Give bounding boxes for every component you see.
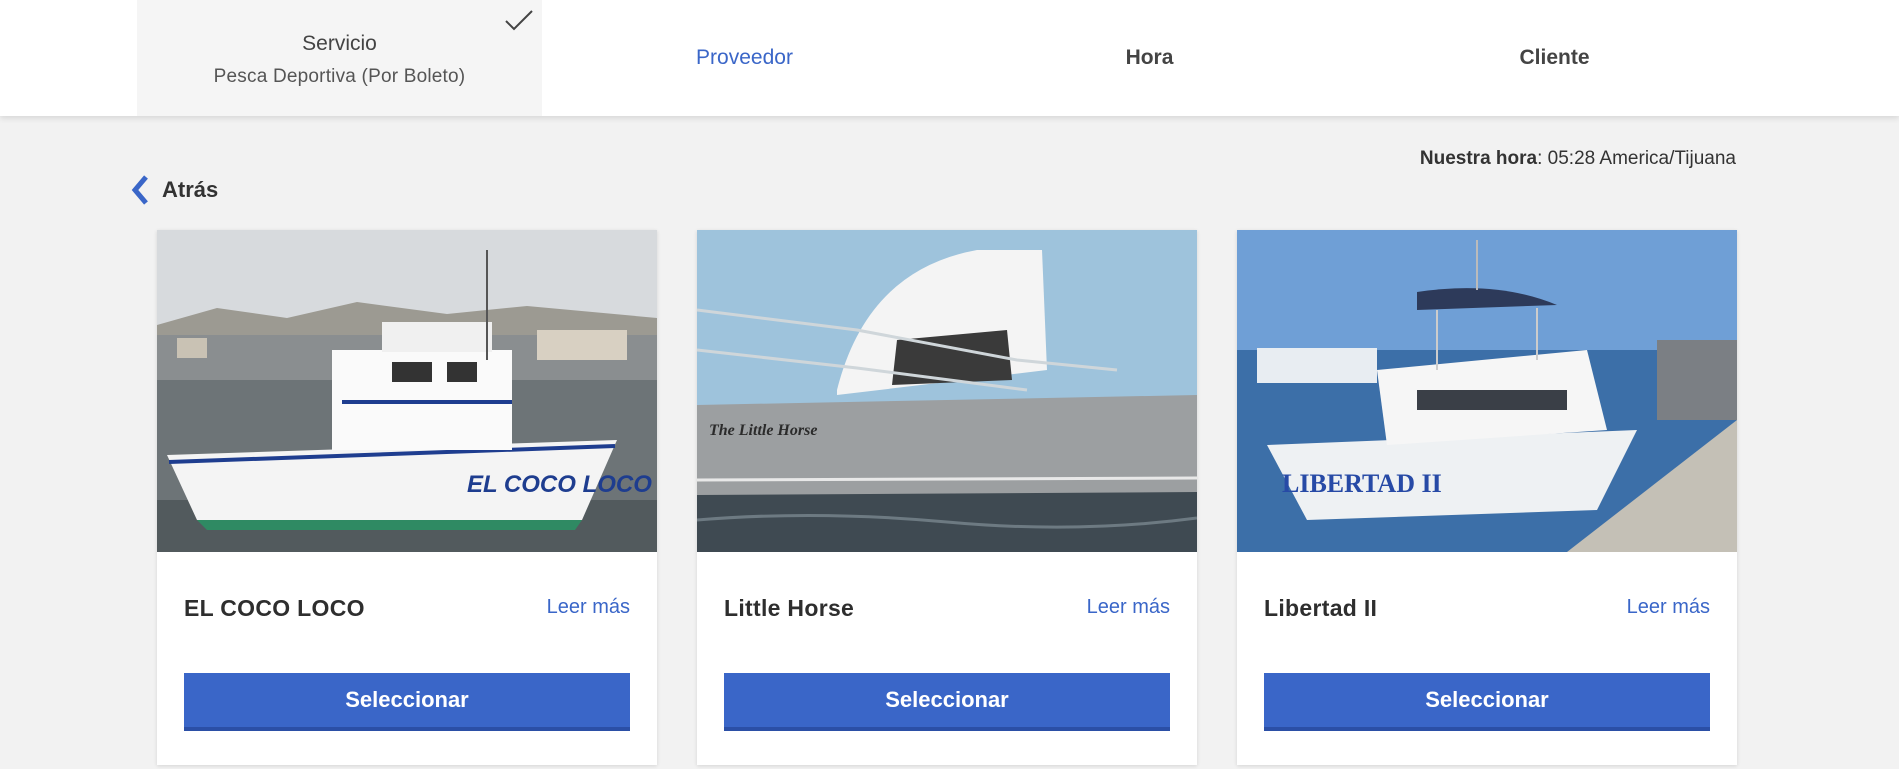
- local-time-value: : 05:28 America/Tijuana: [1537, 148, 1736, 169]
- step-service-value: Pesca Deportiva (Por Boleto): [213, 66, 466, 87]
- read-more-link[interactable]: Leer más: [1627, 596, 1710, 619]
- provider-name: Libertad II: [1264, 595, 1378, 621]
- check-icon: [505, 10, 533, 31]
- back-label: Atrás: [162, 177, 219, 202]
- provider-card: LIBERTAD II Libertad II Leer más Selecci…: [1237, 230, 1737, 765]
- step-client-label: Cliente: [1519, 46, 1590, 69]
- step-time[interactable]: Hora: [947, 0, 1352, 116]
- hull-lettering: EL COCO LOCO: [467, 471, 652, 498]
- step-provider-label: Proveedor: [696, 46, 793, 69]
- hull-lettering: LIBERTAD II: [1282, 469, 1442, 498]
- select-button[interactable]: Seleccionar: [1264, 673, 1710, 731]
- step-service[interactable]: Servicio Pesca Deportiva (Por Boleto): [137, 0, 542, 116]
- read-more-link[interactable]: Leer más: [547, 596, 630, 619]
- select-button[interactable]: Seleccionar: [724, 673, 1170, 731]
- chevron-left-icon: [131, 175, 148, 205]
- select-button[interactable]: Seleccionar: [184, 673, 630, 731]
- read-more-link[interactable]: Leer más: [1087, 596, 1170, 619]
- provider-card: The Little Horse Little Horse Leer más S…: [697, 230, 1197, 765]
- provider-name: Little Horse: [724, 595, 855, 621]
- boat-photo: The Little Horse: [697, 230, 1197, 552]
- step-provider[interactable]: Proveedor: [542, 0, 947, 116]
- boat-photo: LIBERTAD II: [1237, 230, 1737, 552]
- hull-lettering: The Little Horse: [709, 422, 817, 439]
- back-button[interactable]: Atrás: [130, 172, 218, 208]
- provider-card: EL COCO LOCO EL COCO LOCO Leer más Selec…: [157, 230, 657, 765]
- local-time-label: Nuestra hora: [1419, 148, 1538, 169]
- boat-photo: EL COCO LOCO: [157, 230, 657, 552]
- step-client[interactable]: Cliente: [1352, 0, 1757, 116]
- step-time-label: Hora: [1125, 46, 1174, 69]
- provider-name: EL COCO LOCO: [184, 595, 365, 621]
- booking-stepper: Servicio Pesca Deportiva (Por Boleto) Pr…: [0, 0, 1899, 116]
- step-service-label: Servicio: [302, 32, 377, 55]
- local-time: Nuestra hora: 05:28 America/Tijuana: [1420, 148, 1736, 170]
